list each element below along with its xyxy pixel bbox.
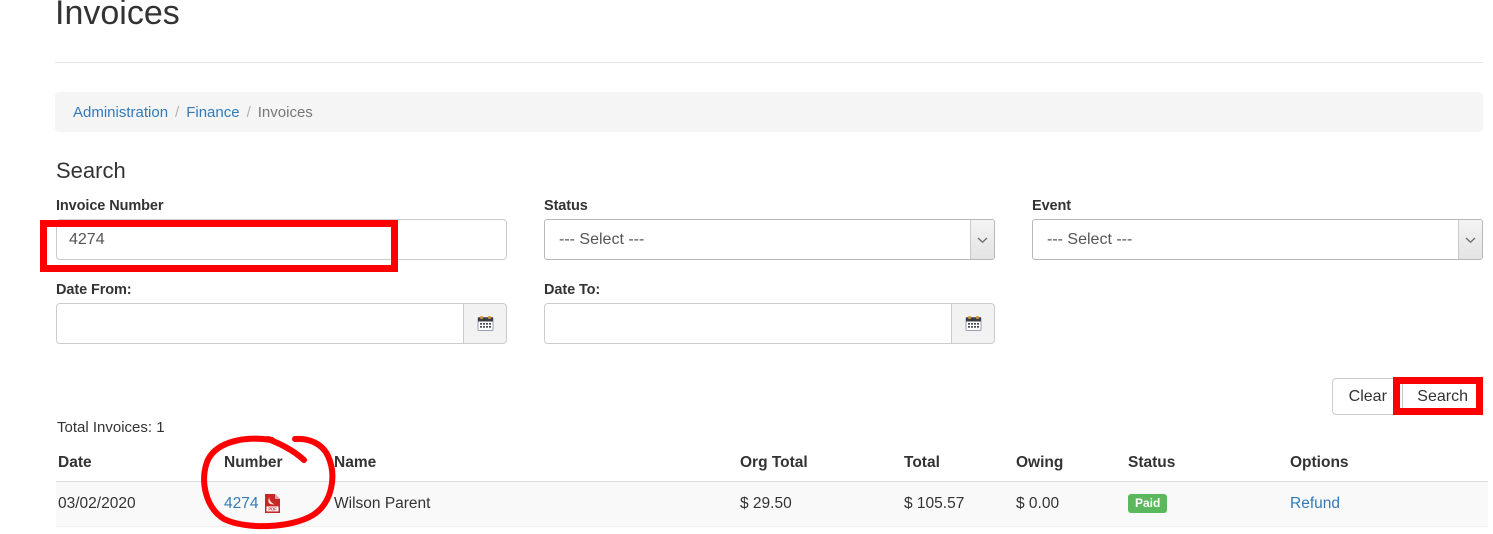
search-form: Invoice Number Status --- Select --- Eve… — [56, 198, 1488, 344]
total-invoices-count: Total Invoices: 1 — [57, 419, 165, 436]
pdf-icon[interactable]: PDF — [265, 494, 281, 513]
invoice-number-label: Invoice Number — [56, 198, 164, 214]
breadcrumb-item-administration[interactable]: Administration — [73, 104, 168, 121]
status-select[interactable]: --- Select --- — [544, 219, 995, 260]
field-date-to: Date To: — [544, 282, 995, 344]
column-header-number[interactable]: Number — [224, 446, 334, 482]
breadcrumb-separator: / — [246, 103, 251, 121]
calendar-icon[interactable] — [952, 303, 995, 344]
breadcrumb-item-finance[interactable]: Finance — [186, 104, 239, 121]
field-event: Event --- Select --- — [1032, 198, 1483, 260]
status-select-value: --- Select --- — [544, 219, 995, 260]
date-to-group — [544, 303, 995, 344]
invoice-number-link[interactable]: 4274 — [224, 495, 258, 513]
chevron-down-icon — [1458, 220, 1482, 259]
column-header-status[interactable]: Status — [1128, 446, 1290, 482]
cell-total: $ 105.57 — [904, 481, 1016, 527]
cell-options: Refund — [1290, 481, 1488, 527]
field-date-from: Date From: — [56, 282, 507, 344]
search-actions: Clear Search — [1332, 378, 1483, 415]
title-divider — [55, 62, 1483, 63]
svg-text:PDF: PDF — [269, 507, 278, 512]
cell-owing: $ 0.00 — [1016, 481, 1128, 527]
invoices-table: Date Number Name Org Total Total Owing S… — [56, 446, 1488, 527]
cell-org-total: $ 29.50 — [740, 481, 904, 527]
cell-date: 03/02/2020 — [56, 481, 224, 527]
event-select[interactable]: --- Select --- — [1032, 219, 1483, 260]
breadcrumb-item-invoices: Invoices — [257, 103, 313, 121]
date-from-label: Date From: — [56, 282, 132, 298]
field-invoice-number: Invoice Number — [56, 198, 507, 260]
search-button[interactable]: Search — [1403, 378, 1483, 415]
search-heading: Search — [56, 158, 126, 183]
status-label: Status — [544, 198, 588, 214]
column-header-date[interactable]: Date — [56, 446, 224, 482]
page-title: Invoices — [55, 0, 180, 32]
column-header-total[interactable]: Total — [904, 446, 1016, 482]
event-select-value: --- Select --- — [1032, 219, 1483, 260]
field-spacer — [1032, 282, 1483, 344]
date-to-input[interactable] — [544, 303, 952, 344]
event-label: Event — [1032, 198, 1071, 214]
column-header-name[interactable]: Name — [334, 446, 740, 482]
column-header-owing[interactable]: Owing — [1016, 446, 1128, 482]
breadcrumb: Administration / Finance / Invoices — [55, 92, 1483, 132]
calendar-icon[interactable] — [464, 303, 507, 344]
cell-status: Paid — [1128, 481, 1290, 527]
invoice-number-input[interactable] — [56, 219, 507, 260]
table-header-row: Date Number Name Org Total Total Owing S… — [56, 446, 1488, 482]
form-row-1: Invoice Number Status --- Select --- Eve… — [56, 198, 1488, 260]
chevron-down-icon — [970, 220, 994, 259]
clear-button[interactable]: Clear — [1332, 378, 1404, 415]
date-from-group — [56, 303, 507, 344]
status-badge: Paid — [1128, 494, 1168, 513]
cell-number: 4274 PDF — [224, 481, 334, 527]
form-row-2: Date From: Date To: — [56, 282, 1488, 344]
breadcrumb-separator: / — [175, 103, 180, 121]
column-header-org-total[interactable]: Org Total — [740, 446, 904, 482]
date-from-input[interactable] — [56, 303, 464, 344]
refund-link[interactable]: Refund — [1290, 495, 1340, 512]
field-status: Status --- Select --- — [544, 198, 995, 260]
date-to-label: Date To: — [544, 282, 601, 298]
table-row: 03/02/2020 4274 PDF Wilson Parent $ 29.5… — [56, 481, 1488, 527]
column-header-options: Options — [1290, 446, 1488, 482]
cell-name: Wilson Parent — [334, 481, 740, 527]
